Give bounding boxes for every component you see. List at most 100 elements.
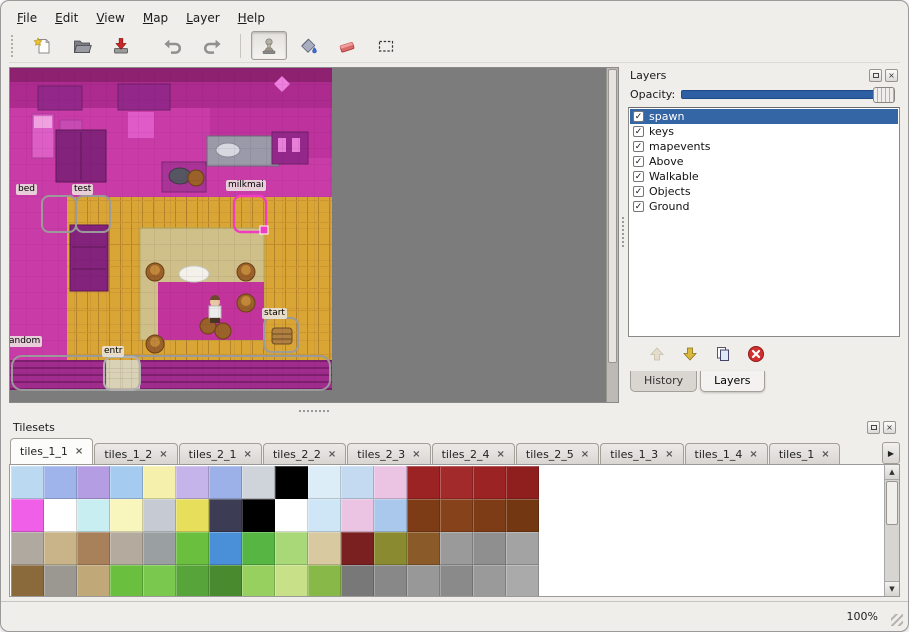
map-view[interactable]: bedtestmilkmaistartandomentr: [9, 67, 619, 403]
tileset-tab-tiles_2_5[interactable]: tiles_2_5×: [516, 443, 599, 464]
layer-row-Ground[interactable]: ✓Ground: [630, 199, 898, 214]
tileset-vertical-scrollbar[interactable]: ▲ ▼: [884, 465, 899, 596]
menu-file[interactable]: File: [9, 9, 45, 27]
tab-history[interactable]: History: [630, 371, 697, 392]
layer-visibility-checkbox[interactable]: ✓: [633, 201, 644, 212]
tile[interactable]: [374, 499, 407, 532]
tileset-tab-tiles_2_4[interactable]: tiles_2_4×: [432, 443, 515, 464]
selection-handle[interactable]: [260, 226, 268, 234]
tileset-tab-tiles_2_3[interactable]: tiles_2_3×: [347, 443, 430, 464]
tool-eraser[interactable]: [329, 31, 365, 60]
resize-grip[interactable]: [891, 614, 903, 626]
tile[interactable]: [143, 565, 176, 597]
tileset-tab-tiles_2_2[interactable]: tiles_2_2×: [263, 443, 346, 464]
map-object-label[interactable]: andom: [9, 336, 42, 347]
layer-visibility-checkbox[interactable]: ✓: [633, 186, 644, 197]
tile[interactable]: [242, 565, 275, 597]
new-file-button[interactable]: [25, 31, 61, 60]
tile[interactable]: [341, 532, 374, 565]
tab-close-icon[interactable]: ×: [581, 449, 589, 460]
float-panel-button[interactable]: [867, 421, 880, 434]
tile[interactable]: [11, 565, 44, 597]
tile[interactable]: [110, 499, 143, 532]
tile[interactable]: [440, 532, 473, 565]
tile[interactable]: [209, 499, 242, 532]
tab-close-icon[interactable]: ×: [244, 449, 252, 460]
layer-visibility-checkbox[interactable]: ✓: [633, 126, 644, 137]
tile[interactable]: [374, 565, 407, 597]
scroll-up-button[interactable]: ▲: [885, 465, 899, 480]
tile[interactable]: [143, 499, 176, 532]
menu-layer[interactable]: Layer: [178, 9, 227, 27]
tile[interactable]: [407, 466, 440, 499]
lower-layer-button[interactable]: [679, 344, 701, 364]
tile[interactable]: [506, 565, 539, 597]
tile[interactable]: [242, 532, 275, 565]
tile[interactable]: [176, 466, 209, 499]
tile[interactable]: [407, 532, 440, 565]
tab-close-icon[interactable]: ×: [328, 449, 336, 460]
tile[interactable]: [110, 532, 143, 565]
map-object-label[interactable]: bed: [16, 184, 37, 195]
tile[interactable]: [374, 532, 407, 565]
tile[interactable]: [11, 466, 44, 499]
toolbar-drag-handle[interactable]: [11, 35, 16, 57]
tile[interactable]: [407, 499, 440, 532]
layer-visibility-checkbox[interactable]: ✓: [633, 156, 644, 167]
raise-layer-button[interactable]: [646, 344, 668, 364]
undo-button[interactable]: [155, 31, 191, 60]
tileset-tab-tiles_1[interactable]: tiles_1×: [769, 443, 840, 464]
tileset-tab-tiles_1_3[interactable]: tiles_1_3×: [600, 443, 683, 464]
tile[interactable]: [176, 499, 209, 532]
close-panel-button[interactable]: ×: [883, 421, 896, 434]
scroll-down-button[interactable]: ▼: [885, 581, 899, 596]
tileset-tab-tiles_1_4[interactable]: tiles_1_4×: [685, 443, 768, 464]
tab-close-icon[interactable]: ×: [412, 449, 420, 460]
tool-stamp[interactable]: [251, 31, 287, 60]
tile[interactable]: [308, 466, 341, 499]
map-vertical-scrollbar[interactable]: [606, 68, 618, 402]
map-object-label[interactable]: test: [72, 184, 93, 195]
tile[interactable]: [506, 499, 539, 532]
tile-grid[interactable]: [11, 466, 539, 597]
layer-visibility-checkbox[interactable]: ✓: [633, 111, 644, 122]
tile[interactable]: [341, 466, 374, 499]
tile[interactable]: [308, 499, 341, 532]
tab-layers[interactable]: Layers: [700, 371, 764, 392]
tile[interactable]: [506, 532, 539, 565]
menu-view[interactable]: View: [88, 9, 132, 27]
tileset-tab-tiles_1_2[interactable]: tiles_1_2×: [94, 443, 177, 464]
tile[interactable]: [473, 565, 506, 597]
tile[interactable]: [44, 565, 77, 597]
tile[interactable]: [110, 565, 143, 597]
opacity-slider[interactable]: [681, 90, 895, 99]
tile[interactable]: [209, 565, 242, 597]
map-canvas[interactable]: [10, 68, 606, 402]
layer-row-Objects[interactable]: ✓Objects: [630, 184, 898, 199]
close-panel-button[interactable]: ×: [885, 69, 898, 82]
delete-layer-button[interactable]: [745, 344, 767, 364]
tab-close-icon[interactable]: ×: [75, 446, 83, 457]
menu-help[interactable]: Help: [230, 9, 273, 27]
tile[interactable]: [77, 466, 110, 499]
tile[interactable]: [275, 466, 308, 499]
layer-row-keys[interactable]: ✓keys: [630, 124, 898, 139]
tile[interactable]: [506, 466, 539, 499]
layer-visibility-checkbox[interactable]: ✓: [633, 171, 644, 182]
tile[interactable]: [275, 532, 308, 565]
tile[interactable]: [11, 499, 44, 532]
float-panel-button[interactable]: [869, 69, 882, 82]
tile[interactable]: [374, 466, 407, 499]
tile[interactable]: [341, 565, 374, 597]
tile[interactable]: [209, 466, 242, 499]
tile[interactable]: [242, 499, 275, 532]
tile[interactable]: [44, 499, 77, 532]
menu-edit[interactable]: Edit: [47, 9, 86, 27]
tile[interactable]: [44, 532, 77, 565]
map-object-label[interactable]: milkmai: [226, 180, 266, 191]
tileset-tab-tiles_1_1[interactable]: tiles_1_1×: [10, 438, 93, 464]
tile[interactable]: [275, 499, 308, 532]
tab-close-icon[interactable]: ×: [749, 449, 757, 460]
map-object-label[interactable]: start: [262, 308, 287, 319]
tile[interactable]: [11, 532, 44, 565]
